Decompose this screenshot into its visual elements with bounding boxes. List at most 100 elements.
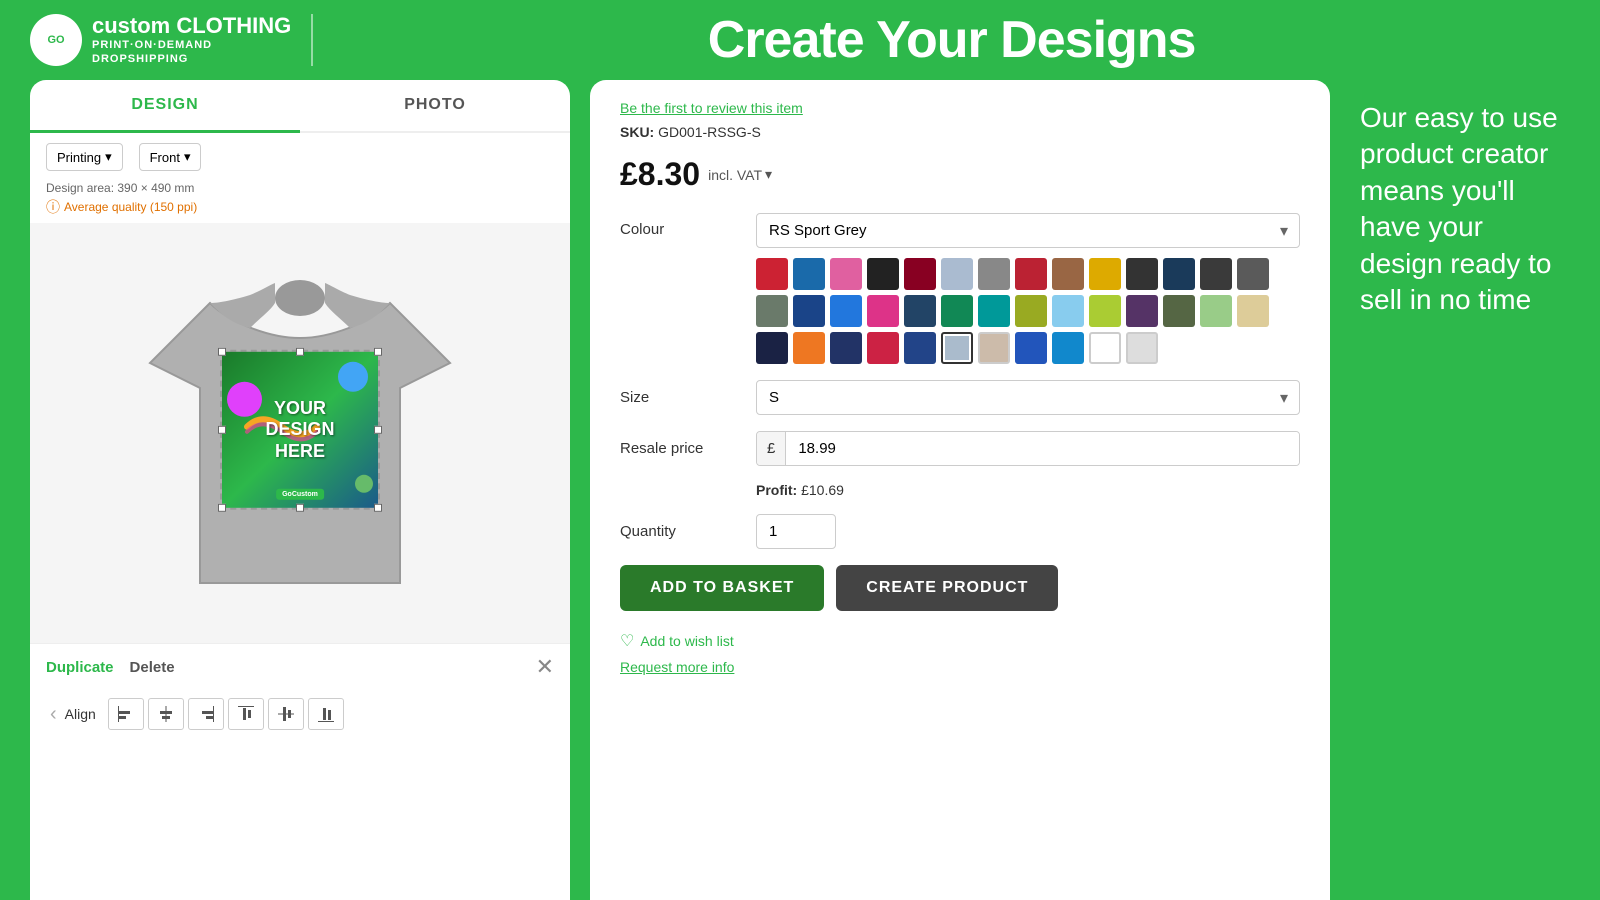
bottom-toolbar: Duplicate Delete ✕ <box>30 643 570 690</box>
handle-tm[interactable] <box>296 348 304 356</box>
wishlist-link[interactable]: ♡ Add to wish list <box>620 631 1300 651</box>
logo-tagline: PRINT·ON·DEMAND DROPSHIPPING <box>92 38 291 67</box>
color-swatch[interactable] <box>793 332 825 364</box>
color-swatch[interactable] <box>904 295 936 327</box>
color-swatch[interactable] <box>1052 295 1084 327</box>
color-swatch[interactable] <box>904 258 936 290</box>
front-dropdown[interactable]: Front ▾ <box>139 143 202 171</box>
add-to-basket-button[interactable]: ADD TO BASKET <box>620 565 824 611</box>
printing-dropdown[interactable]: Printing ▾ <box>46 143 123 171</box>
review-link[interactable]: Be the first to review this item <box>620 100 1300 116</box>
align-left-icon[interactable] <box>108 698 144 730</box>
vat-dropdown[interactable]: ▾ <box>765 166 772 183</box>
sku-line: SKU: GD001-RSSG-S <box>620 124 1300 140</box>
color-swatch[interactable] <box>1052 332 1084 364</box>
resale-currency: £ <box>757 432 786 465</box>
resale-row: Resale price £ <box>620 431 1300 466</box>
color-swatch[interactable] <box>978 295 1010 327</box>
color-swatch[interactable] <box>867 295 899 327</box>
color-swatch[interactable] <box>1015 295 1047 327</box>
design-placeholder: YOURDESIGNHERE GoCustom <box>222 352 378 508</box>
color-swatch[interactable] <box>978 258 1010 290</box>
color-swatch[interactable] <box>1089 332 1121 364</box>
align-bottom-icon[interactable] <box>308 698 344 730</box>
product-config-panel: Be the first to review this item SKU: GD… <box>590 80 1330 900</box>
size-select[interactable]: S XS M L XL 2XL 3XL <box>756 380 1300 415</box>
color-swatch[interactable] <box>1089 295 1121 327</box>
handle-rm[interactable] <box>374 426 382 434</box>
quantity-input[interactable] <box>756 514 836 549</box>
color-swatch[interactable] <box>941 332 973 364</box>
align-right-icon[interactable] <box>188 698 224 730</box>
color-swatch[interactable] <box>793 295 825 327</box>
design-dot3 <box>355 475 373 493</box>
tab-design[interactable]: DESIGN <box>30 80 300 133</box>
prev-button[interactable]: ‹ <box>46 703 61 726</box>
quantity-label: Quantity <box>620 523 740 540</box>
warning-icon: ⓘ <box>46 197 60 217</box>
color-swatch[interactable] <box>978 332 1010 364</box>
right-sidebar: Our easy to use product creator means yo… <box>1350 80 1570 900</box>
price-vat: incl. VAT ▾ <box>708 166 772 183</box>
align-middle-icon[interactable] <box>268 698 304 730</box>
create-product-button[interactable]: CREATE PRODUCT <box>836 565 1058 611</box>
color-swatch[interactable] <box>1015 258 1047 290</box>
duplicate-button[interactable]: Duplicate <box>46 659 114 676</box>
color-swatch[interactable] <box>1126 258 1158 290</box>
color-swatch[interactable] <box>1052 258 1084 290</box>
color-swatch[interactable] <box>1126 332 1158 364</box>
color-swatch[interactable] <box>756 258 788 290</box>
main-area: DESIGN PHOTO Printing ▾ Front ▾ Design a… <box>30 80 1570 900</box>
tshirt-preview[interactable]: YOURDESIGNHERE GoCustom <box>30 223 570 643</box>
color-swatch[interactable] <box>1200 295 1232 327</box>
color-swatch[interactable] <box>1237 258 1269 290</box>
design-overlay[interactable]: YOURDESIGNHERE GoCustom <box>220 350 380 510</box>
color-swatch[interactable] <box>830 332 862 364</box>
handle-tl[interactable] <box>218 348 226 356</box>
logo-text: custom CLOTHING <box>92 14 291 38</box>
color-swatch[interactable] <box>1237 295 1269 327</box>
editor-toolbar: Printing ▾ Front ▾ <box>30 133 570 181</box>
handle-lm[interactable] <box>218 426 226 434</box>
color-swatch[interactable] <box>867 332 899 364</box>
action-buttons-row: ADD TO BASKET CREATE PRODUCT <box>620 565 1300 611</box>
color-swatch[interactable] <box>941 295 973 327</box>
design-editor-panel: DESIGN PHOTO Printing ▾ Front ▾ Design a… <box>30 80 570 900</box>
colour-label: Colour <box>620 213 740 238</box>
delete-button[interactable]: Delete <box>130 659 175 676</box>
color-swatch[interactable] <box>1089 258 1121 290</box>
sku-value: GD001-RSSG-S <box>658 124 761 140</box>
align-label: Align <box>65 706 96 722</box>
resale-input[interactable] <box>786 432 1299 465</box>
profit-label: Profit: <box>756 482 797 498</box>
tab-photo[interactable]: PHOTO <box>300 80 570 131</box>
color-swatch[interactable] <box>1126 295 1158 327</box>
handle-br[interactable] <box>374 504 382 512</box>
handle-tr[interactable] <box>374 348 382 356</box>
color-swatch[interactable] <box>1163 258 1195 290</box>
color-swatch[interactable] <box>830 258 862 290</box>
color-swatch[interactable] <box>756 332 788 364</box>
align-top-icon[interactable] <box>228 698 264 730</box>
profit-line: Profit: £10.69 <box>620 482 1300 498</box>
color-swatch[interactable] <box>1163 295 1195 327</box>
color-swatch[interactable] <box>941 258 973 290</box>
handle-bl[interactable] <box>218 504 226 512</box>
color-swatch[interactable] <box>1200 258 1232 290</box>
color-swatch[interactable] <box>756 295 788 327</box>
handle-bm[interactable] <box>296 504 304 512</box>
design-area-info: Design area: 390 × 490 mm <box>30 181 570 197</box>
color-swatch[interactable] <box>793 258 825 290</box>
promo-text: Our easy to use product creator means yo… <box>1360 100 1560 318</box>
close-button[interactable]: ✕ <box>536 654 554 680</box>
color-swatch[interactable] <box>867 258 899 290</box>
color-swatch[interactable] <box>830 295 862 327</box>
align-center-h-icon[interactable] <box>148 698 184 730</box>
wishlist-text: Add to wish list <box>640 633 733 649</box>
colour-select[interactable]: RS Sport Grey <box>756 213 1300 248</box>
color-swatch[interactable] <box>1015 332 1047 364</box>
color-swatch[interactable] <box>904 332 936 364</box>
logo-area: GO custom CLOTHING PRINT·ON·DEMAND DROPS… <box>30 14 313 67</box>
more-info-link[interactable]: Request more info <box>620 659 734 675</box>
design-text: YOURDESIGNHERE <box>265 397 334 462</box>
